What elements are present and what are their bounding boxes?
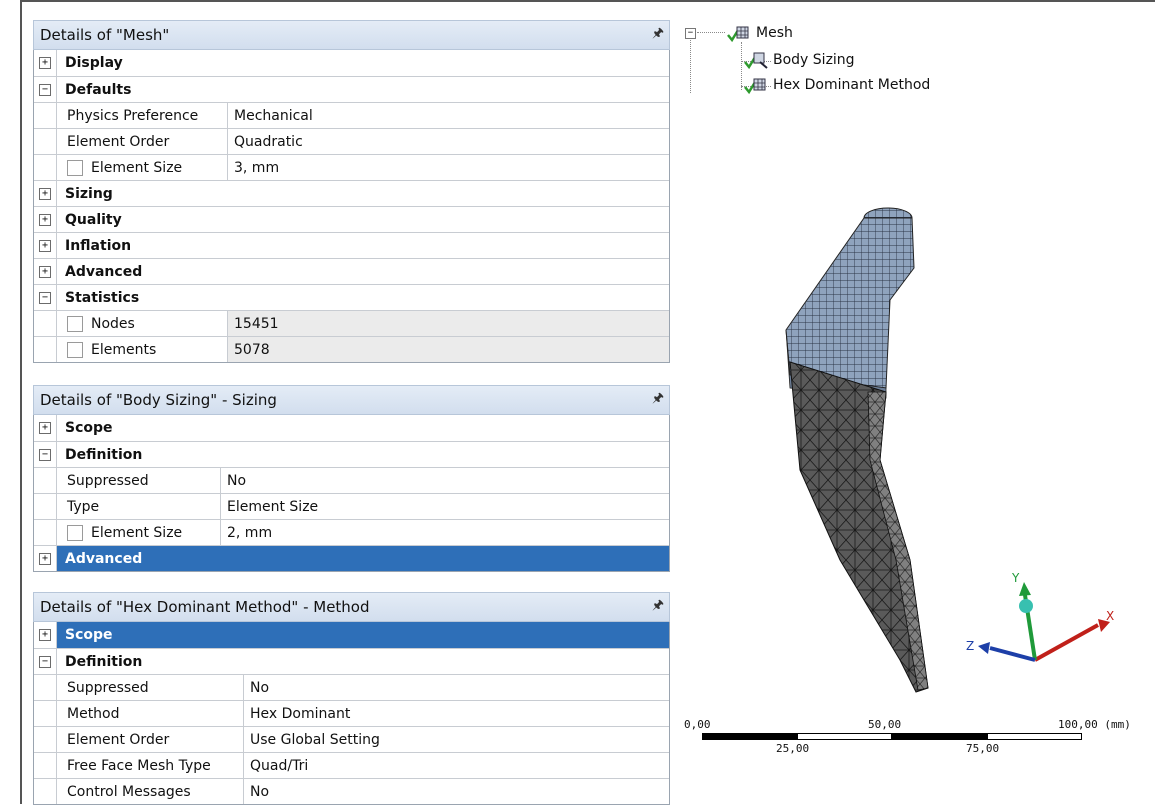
- category-defaults[interactable]: − Defaults: [34, 76, 669, 102]
- category-definition[interactable]: − Definition: [34, 441, 669, 467]
- mesh-icon: [726, 23, 752, 43]
- body-sizing-details-panel: Details of "Body Sizing" - Sizing 🖈 + Sco…: [33, 385, 670, 572]
- property-row[interactable]: Suppressed No: [34, 467, 669, 493]
- property-row[interactable]: Method Hex Dominant: [34, 700, 669, 726]
- sizing-icon: [743, 50, 769, 70]
- expand-icon[interactable]: +: [39, 629, 51, 641]
- category-quality[interactable]: + Quality: [34, 206, 669, 232]
- expand-icon[interactable]: +: [39, 57, 51, 69]
- property-row[interactable]: Nodes 15451: [34, 310, 669, 336]
- parameter-checkbox[interactable]: [67, 524, 83, 541]
- property-row[interactable]: Suppressed No: [34, 674, 669, 700]
- scale-label: 25,00: [776, 742, 810, 755]
- parameter-checkbox[interactable]: [67, 341, 83, 358]
- property-row[interactable]: Free Face Mesh Type Quad/Tri: [34, 752, 669, 778]
- stem-mesh-model: [785, 207, 929, 693]
- parameter-checkbox[interactable]: [67, 159, 83, 176]
- mesh-details-header[interactable]: Details of "Mesh" 🖈: [33, 20, 670, 50]
- hex-dominant-details-panel: Details of "Hex Dominant Method" - Metho…: [33, 592, 670, 805]
- axis-x-label: X: [1106, 609, 1114, 623]
- tree-node-mesh[interactable]: − Mesh: [685, 23, 793, 43]
- collapse-icon[interactable]: −: [685, 27, 696, 39]
- property-row[interactable]: Element Order Quadratic: [34, 128, 669, 154]
- property-row[interactable]: Physics Preference Mechanical: [34, 102, 669, 128]
- axis-y-label: Y: [1011, 571, 1020, 585]
- graphics-viewport[interactable]: X Y Z: [680, 130, 1150, 710]
- property-row[interactable]: Element Order Use Global Setting: [34, 726, 669, 752]
- expand-icon[interactable]: +: [39, 239, 51, 252]
- scale-label: 0,00: [684, 718, 711, 731]
- expand-icon[interactable]: +: [39, 213, 51, 226]
- property-row[interactable]: Control Messages No: [34, 778, 669, 804]
- pin-icon[interactable]: 🖈: [647, 596, 669, 618]
- scale-segment: [797, 733, 892, 740]
- expand-icon[interactable]: +: [39, 552, 51, 565]
- expand-icon[interactable]: +: [39, 422, 51, 434]
- property-row[interactable]: Elements 5078: [34, 336, 669, 362]
- category-scope-selected[interactable]: + Scope: [34, 622, 669, 648]
- scale-segment: [892, 733, 987, 740]
- scale-label: 50,00: [868, 718, 902, 731]
- scale-label: 75,00: [966, 742, 1000, 755]
- category-scope[interactable]: + Scope: [34, 415, 669, 441]
- category-sizing[interactable]: + Sizing: [34, 180, 669, 206]
- axis-z-label: Z: [966, 639, 974, 653]
- window-top-border: [20, 0, 1155, 2]
- body-sizing-details-header[interactable]: Details of "Body Sizing" - Sizing 🖈: [33, 385, 670, 415]
- category-advanced-selected[interactable]: + Advanced: [34, 545, 669, 571]
- collapse-icon[interactable]: −: [39, 83, 51, 96]
- category-display[interactable]: + Display: [34, 50, 669, 76]
- category-definition[interactable]: − Definition: [34, 648, 669, 674]
- collapse-icon[interactable]: −: [39, 655, 51, 668]
- pin-icon[interactable]: 🖈: [647, 389, 669, 411]
- tree-node-body-sizing[interactable]: Body Sizing: [743, 50, 855, 70]
- property-row[interactable]: Element Size 3, mm: [34, 154, 669, 180]
- panel-title: Details of "Body Sizing" - Sizing: [40, 391, 277, 409]
- category-statistics[interactable]: − Statistics: [34, 284, 669, 310]
- pin-icon[interactable]: 🖈: [647, 24, 669, 46]
- scale-bar: 0,00 50,00 100,00 (mm) 25,00 75,00: [680, 712, 1155, 772]
- scale-segment: [702, 733, 797, 740]
- method-icon: [743, 75, 769, 95]
- collapse-icon[interactable]: −: [39, 448, 51, 461]
- panel-title: Details of "Mesh": [40, 26, 170, 44]
- mesh-details-panel: Details of "Mesh" 🖈 + Display − Defaults P…: [33, 20, 670, 363]
- scale-segment: [987, 733, 1082, 740]
- category-advanced[interactable]: + Advanced: [34, 258, 669, 284]
- panel-title: Details of "Hex Dominant Method" - Metho…: [40, 598, 370, 616]
- parameter-checkbox[interactable]: [67, 315, 83, 332]
- category-inflation[interactable]: + Inflation: [34, 232, 669, 258]
- hex-dominant-details-header[interactable]: Details of "Hex Dominant Method" - Metho…: [33, 592, 670, 622]
- collapse-icon[interactable]: −: [39, 291, 51, 304]
- property-row[interactable]: Type Element Size: [34, 493, 669, 519]
- axis-triad: X Y Z: [966, 571, 1114, 662]
- property-row[interactable]: Element Size 2, mm: [34, 519, 669, 545]
- scale-label: 100,00 (mm): [1058, 718, 1131, 731]
- tree-node-hex-dominant-method[interactable]: Hex Dominant Method: [743, 75, 930, 95]
- expand-icon[interactable]: +: [39, 265, 51, 278]
- window-left-border: [20, 0, 22, 804]
- expand-icon[interactable]: +: [39, 187, 51, 200]
